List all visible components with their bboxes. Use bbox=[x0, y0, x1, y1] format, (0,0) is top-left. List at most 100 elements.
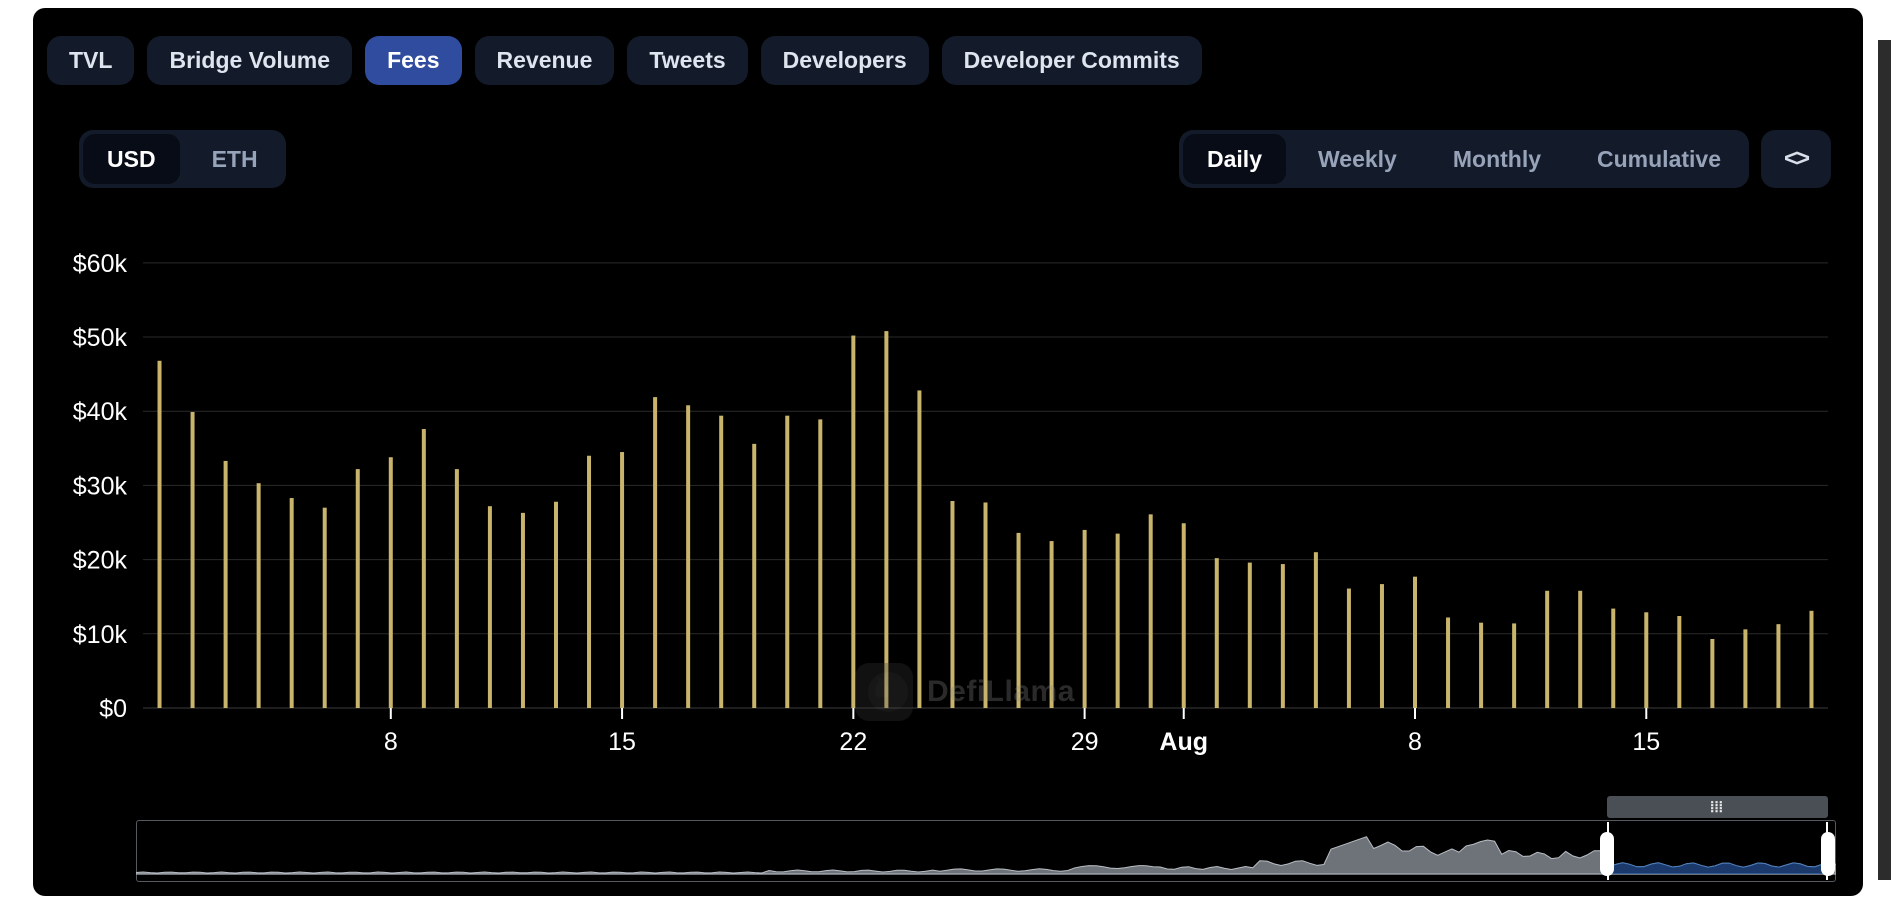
tab-developer-commits-label: Developer Commits bbox=[964, 47, 1180, 73]
chart-bar bbox=[686, 405, 690, 708]
chart-bar bbox=[1710, 639, 1714, 708]
chart-bar bbox=[1314, 552, 1318, 708]
tab-fees-label: Fees bbox=[387, 47, 439, 73]
chart-bar bbox=[323, 508, 327, 708]
screenshot-root: TVL Bridge Volume Fees Revenue Tweets De… bbox=[0, 0, 1897, 908]
x-axis-tick-label: 15 bbox=[1632, 728, 1660, 756]
chart-bar bbox=[818, 419, 822, 708]
brush-baseline bbox=[137, 874, 1835, 875]
y-axis-tick-label: $0 bbox=[99, 695, 127, 723]
chart-bar bbox=[1050, 541, 1054, 708]
chart-control-row: USD ETH Daily Weekly Monthly Cumulative … bbox=[47, 130, 1849, 188]
chart-bar bbox=[1413, 577, 1417, 708]
chart-bar bbox=[1017, 533, 1021, 708]
chart-bar bbox=[653, 397, 657, 708]
x-axis-tick-label: 15 bbox=[608, 728, 636, 756]
chart-bar bbox=[1611, 609, 1615, 708]
chart-bar bbox=[1149, 514, 1153, 708]
brush-drag-handle[interactable]: ⦙⦙⦙ bbox=[1607, 796, 1828, 818]
chart-range-brush[interactable]: ⦙⦙⦙ bbox=[136, 820, 1836, 882]
chart-bar bbox=[884, 331, 888, 708]
denomination-option-usd-label: USD bbox=[107, 146, 156, 173]
embed-code-icon: <> bbox=[1784, 145, 1808, 173]
chart-bar bbox=[158, 361, 162, 708]
chart-bar bbox=[1677, 616, 1681, 708]
y-axis-tick-label: $10k bbox=[73, 621, 128, 649]
chart-bar bbox=[950, 501, 954, 708]
x-axis-tick-label: 8 bbox=[384, 728, 398, 756]
denomination-option-eth-label: ETH bbox=[212, 146, 258, 173]
chart-bar bbox=[1512, 623, 1516, 708]
metric-tab-row: TVL Bridge Volume Fees Revenue Tweets De… bbox=[47, 36, 1202, 85]
y-axis-tick-label: $20k bbox=[73, 547, 128, 575]
embed-code-button[interactable]: <> bbox=[1761, 130, 1831, 188]
chart-bar bbox=[290, 498, 294, 708]
y-axis-tick-label: $30k bbox=[73, 472, 128, 500]
chart-bar bbox=[719, 416, 723, 708]
chart-bar bbox=[1380, 584, 1384, 708]
chart-bar bbox=[1182, 523, 1186, 708]
chart-bar bbox=[1776, 624, 1780, 708]
chart-bar bbox=[1479, 623, 1483, 708]
x-axis-tick-label: 8 bbox=[1408, 728, 1422, 756]
tab-developers-label: Developers bbox=[783, 47, 907, 73]
x-axis-tick-label: 22 bbox=[839, 728, 867, 756]
chart-bar bbox=[1578, 591, 1582, 708]
interval-option-monthly-label: Monthly bbox=[1453, 146, 1541, 173]
chart-bar bbox=[521, 513, 525, 708]
page-scrollbar[interactable] bbox=[1875, 0, 1897, 908]
interval-option-cumulative[interactable]: Cumulative bbox=[1573, 134, 1745, 184]
interval-option-weekly[interactable]: Weekly bbox=[1294, 134, 1421, 184]
tab-tweets[interactable]: Tweets bbox=[627, 36, 747, 85]
tab-revenue-label: Revenue bbox=[497, 47, 593, 73]
interval-option-daily[interactable]: Daily bbox=[1183, 134, 1286, 184]
tab-developers[interactable]: Developers bbox=[761, 36, 929, 85]
denomination-option-usd[interactable]: USD bbox=[83, 134, 180, 184]
interval-option-daily-label: Daily bbox=[1207, 146, 1262, 173]
chart-bar bbox=[1347, 589, 1351, 708]
tab-tvl-label: TVL bbox=[69, 47, 112, 73]
chart-bar bbox=[455, 469, 459, 708]
chart-bar bbox=[1281, 564, 1285, 708]
tab-bridge-volume[interactable]: Bridge Volume bbox=[147, 36, 352, 85]
chart-bar bbox=[1644, 612, 1648, 708]
tab-revenue[interactable]: Revenue bbox=[475, 36, 615, 85]
chart-bar bbox=[191, 412, 195, 708]
chart-bar bbox=[422, 429, 426, 708]
chart-svg: $0$10k$20k$30k$40k$50k$60k 8152229Aug815 bbox=[33, 213, 1863, 793]
chart-bar bbox=[488, 506, 492, 708]
tab-fees[interactable]: Fees bbox=[365, 36, 461, 85]
chart-bar bbox=[356, 469, 360, 708]
chart-bar bbox=[587, 456, 591, 708]
chart-bar bbox=[917, 390, 921, 708]
brush-handle-right[interactable] bbox=[1821, 832, 1835, 876]
chart-bar bbox=[1083, 530, 1087, 708]
chart-bar bbox=[984, 502, 988, 708]
tab-bridge-volume-label: Bridge Volume bbox=[169, 47, 330, 73]
chart-bar bbox=[389, 457, 393, 708]
chart-x-axis-labels: 8152229Aug815 bbox=[384, 708, 1660, 756]
x-axis-tick-label: Aug bbox=[1159, 728, 1208, 756]
denomination-toggle-group: USD ETH bbox=[79, 130, 286, 188]
tab-tvl[interactable]: TVL bbox=[47, 36, 134, 85]
brush-mini-chart bbox=[136, 820, 1836, 882]
y-axis-tick-label: $50k bbox=[73, 324, 128, 352]
chart-bar bbox=[554, 502, 558, 708]
chart-bar bbox=[785, 416, 789, 708]
y-axis-tick-label: $60k bbox=[73, 250, 128, 278]
chart-bar bbox=[1743, 629, 1747, 708]
tab-tweets-label: Tweets bbox=[649, 47, 725, 73]
chart-bar bbox=[851, 336, 855, 708]
interval-option-monthly[interactable]: Monthly bbox=[1429, 134, 1565, 184]
fees-bar-chart[interactable]: $0$10k$20k$30k$40k$50k$60k 8152229Aug815… bbox=[33, 213, 1863, 793]
tab-developer-commits[interactable]: Developer Commits bbox=[942, 36, 1202, 85]
chart-y-axis-labels: $0$10k$20k$30k$40k$50k$60k bbox=[73, 250, 128, 723]
denomination-option-eth[interactable]: ETH bbox=[188, 134, 282, 184]
chart-bar bbox=[1446, 617, 1450, 708]
chart-bars bbox=[158, 331, 1814, 708]
page-scrollbar-thumb[interactable] bbox=[1878, 40, 1891, 880]
chart-bar bbox=[257, 483, 261, 708]
interval-toggle-group: Daily Weekly Monthly Cumulative bbox=[1179, 130, 1749, 188]
chart-bar bbox=[1809, 611, 1813, 708]
brush-handle-left[interactable] bbox=[1600, 832, 1614, 876]
